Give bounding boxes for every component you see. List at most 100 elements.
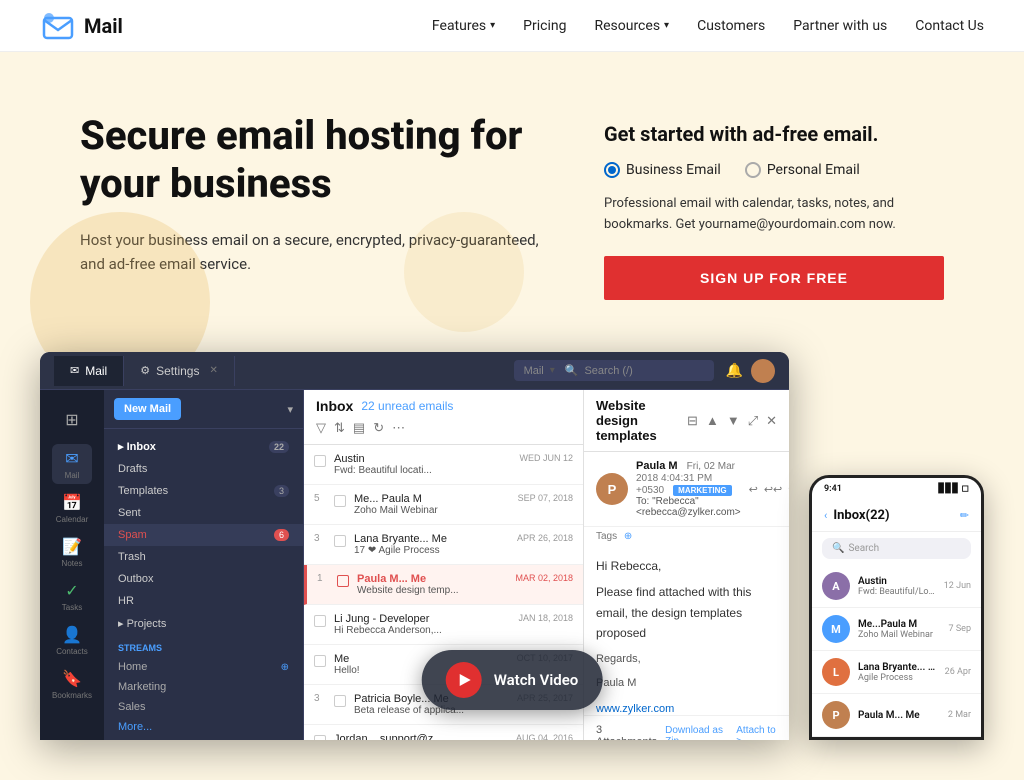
phone-email-row[interactable]: A Austin Fwd: Beautiful/Locations 12 Jun [812,565,981,608]
sidebar-calendar-icon[interactable]: 📅 Calendar [52,488,92,528]
sidebar-mail-icon[interactable]: ✉ Mail [52,444,92,484]
phone-email-row[interactable]: M Me...Paula M Zoho Mail Webinar 7 Sep [812,608,981,651]
reply-icon[interactable]: ↩ [749,483,758,496]
detail-header: Website design templates ⊟ ▲ ▼ ⤢ ✕ [584,390,789,452]
phone-inbox-title: Inbox(22) [833,508,953,523]
download-zip-link[interactable]: Download as Zip [665,725,728,740]
stream-home[interactable]: Home ⊕ [104,657,303,677]
email-tags: Tags ⊕ [584,527,789,546]
email-checkbox[interactable] [314,455,326,467]
notification-bell-icon[interactable]: 🔔 [726,362,743,379]
filter-icon[interactable]: ▽ [316,420,326,436]
radio-personal-circle [745,162,761,178]
arrow-down-icon[interactable]: ▼ [727,413,740,429]
add-tag-icon[interactable]: ⊕ [624,531,632,542]
nav-resources[interactable]: Resources ▾ [594,18,669,34]
phone-search-bar[interactable]: 🔍 Search [822,538,971,559]
attach-to-link[interactable]: Attach to > [736,725,777,740]
sidebar-menu-icon[interactable]: ⊞ [52,400,92,440]
expand-icon[interactable]: ⤢ [748,413,758,429]
brand-name: Mail [84,14,123,38]
phone-edit-icon[interactable]: ✏ [960,509,969,522]
stream-marketing[interactable]: Marketing [104,677,303,697]
email-checkbox[interactable] [334,535,346,547]
folder-trash[interactable]: Trash [104,546,303,568]
nav-contact[interactable]: Contact Us [915,18,984,34]
folder-drafts[interactable]: Drafts [104,458,303,480]
folder-outbox[interactable]: Outbox [104,568,303,590]
tab-settings[interactable]: ⚙ Settings ✕ [124,356,235,386]
watch-video-button[interactable]: Watch Video [422,650,603,710]
mail-icon: ✉ [65,449,78,469]
signup-button[interactable]: SIGN UP FOR FREE [604,256,944,300]
phone-time: 9:41 [824,484,842,494]
folder-sent[interactable]: Sent [104,502,303,524]
folder-spam[interactable]: Spam 6 [104,524,303,546]
phone-avatar: L [822,658,850,686]
email-checkbox[interactable] [334,495,346,507]
email-row[interactable]: Austin Fwd: Beautiful locati... WED JUN … [304,445,583,485]
sidebar-bookmarks-icon[interactable]: 🔖 Bookmarks [52,664,92,704]
email-checkbox[interactable] [314,615,326,627]
logo[interactable]: Mail [40,8,123,44]
email-body: Hi Rebecca, Please find attached with th… [584,546,789,703]
phone-status-bar: 9:41 ▊▊▊ ◻ [812,478,981,500]
sort-icon[interactable]: ⇅ [334,420,345,436]
email-row-selected[interactable]: 1 Paula M... Me Website design temp... M… [304,565,583,605]
hero-section: Secure email hosting for your business H… [0,52,1024,352]
tasks-icon: ✓ [65,581,78,601]
phone-email-row[interactable]: L Lana Bryante... Me Agile Process 26 Ap… [812,651,981,694]
email-row[interactable]: 3 Lana Bryante... Me 17 ❤ Agile Process … [304,525,583,565]
sidebar-notes-icon[interactable]: 📝 Notes [52,532,92,572]
email-checkbox[interactable] [337,575,349,587]
close-icon[interactable]: ✕ [766,413,777,429]
hero-right: Get started with ad-free email. Business… [604,112,944,300]
close-icon[interactable]: ✕ [209,365,217,376]
nav-pricing[interactable]: Pricing [523,18,566,34]
phone-back-icon[interactable]: ‹ [824,509,827,522]
user-avatar[interactable] [751,359,775,383]
radio-personal[interactable]: Personal Email [745,162,860,178]
new-mail-button[interactable]: New Mail [114,398,181,420]
email-checkbox[interactable] [314,655,326,667]
search-icon: 🔍 [832,543,844,554]
reply-all-icon[interactable]: ↩↩ [764,483,782,496]
nav-partner[interactable]: Partner with us [793,18,887,34]
sidebar-tasks-icon[interactable]: ✓ Tasks [52,576,92,616]
more-icon[interactable]: ⋯ [392,420,405,436]
archive-icon[interactable]: ⊟ [687,413,698,429]
stream-sales[interactable]: Sales [104,697,303,717]
folder-inbox[interactable]: ▸ Inbox 22 [104,435,303,458]
app-screenshot-section: ✉ Mail ⚙ Settings ✕ Mail ▾ 🔍 Search (/) … [0,352,1024,780]
phone-header: ‹ Inbox(22) ✏ [812,500,981,532]
nav-customers[interactable]: Customers [697,18,765,34]
inbox-header: Inbox 22 unread emails ▽ ⇅ ▤ ↻ ⋯ [304,390,583,445]
folder-list: ▸ Inbox 22 Drafts Templates 3 Sent Spam [104,429,303,740]
folder-templates[interactable]: Templates 3 [104,480,303,502]
detail-toolbar: ⊟ ▲ ▼ ⤢ ✕ [687,413,777,429]
email-checkbox[interactable] [314,735,326,740]
mail-tab-icon: ✉ [70,364,79,377]
sender-avatar: P [596,473,628,505]
email-row[interactable]: Li Jung - Developer Hi Rebecca Anderson,… [304,605,583,645]
radio-business[interactable]: Business Email [604,162,721,178]
arrow-up-icon[interactable]: ▲ [706,413,719,429]
stream-more[interactable]: More... [104,717,303,737]
phone-email-row[interactable]: P Paula M... Me 2 Mar [812,694,981,737]
nav-features[interactable]: Features ▾ [432,18,495,34]
folder-hr[interactable]: HR [104,590,303,612]
email-row[interactable]: Jordan... support@z... Chat: Hey Pat, I … [304,725,583,740]
refresh-icon[interactable]: ↻ [373,420,384,436]
forward-icon[interactable]: ↪ [788,483,789,496]
email-row[interactable]: 5 Me... Paula M Zoho Mail Webinar SEP 07… [304,485,583,525]
tab-mail[interactable]: ✉ Mail [54,356,124,386]
email-content: Please find attached with this email, th… [596,582,777,643]
add-stream-icon[interactable]: ⊕ [281,662,289,673]
sidebar-contacts-icon[interactable]: 👤 Contacts [52,620,92,660]
play-button[interactable] [446,662,482,698]
view-toggle-icon[interactable]: ▤ [353,420,365,436]
window-search[interactable]: Mail ▾ 🔍 Search (/) [514,360,714,381]
email-link[interactable]: www.zylker.com [584,703,789,715]
compose-dropdown-icon[interactable]: ▾ [287,403,293,416]
folder-projects[interactable]: ▸ Projects [104,612,303,635]
